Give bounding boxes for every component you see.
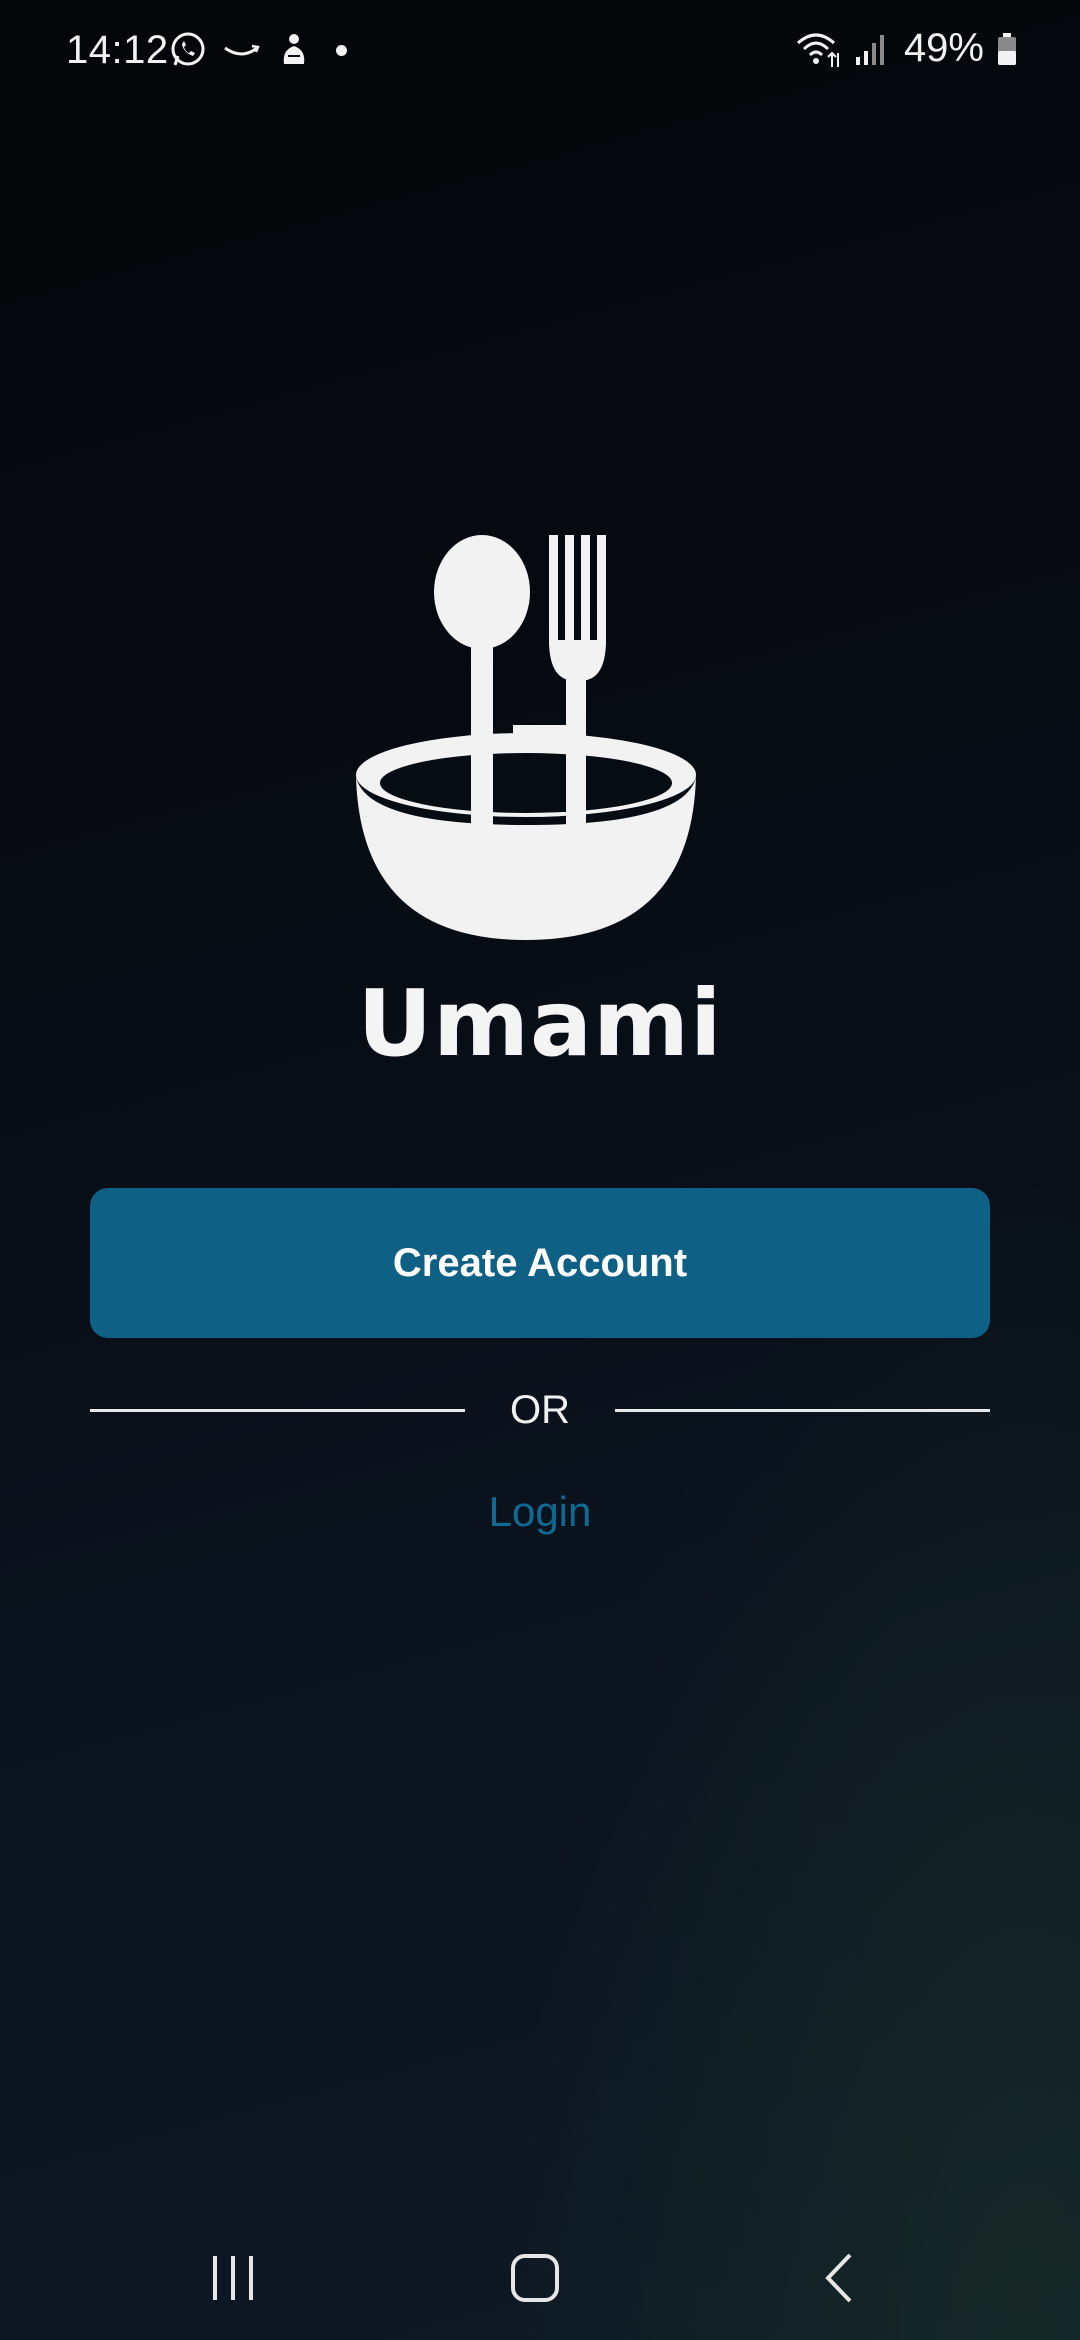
bowl-spoon-fork-icon <box>356 535 696 940</box>
login-link[interactable]: Login <box>440 1488 640 1536</box>
divider-right <box>615 1409 990 1412</box>
wifi-icon <box>796 33 839 67</box>
home-button[interactable] <box>490 2238 580 2318</box>
back-button[interactable] <box>795 2238 885 2318</box>
amazon-icon <box>224 44 260 56</box>
home-icon <box>511 2254 559 2302</box>
more-dot-icon <box>336 44 347 56</box>
create-account-label: Create Account <box>392 1240 688 1285</box>
back-icon <box>825 2253 852 2303</box>
or-divider-label: OR <box>510 1388 570 1432</box>
battery-percent: 49% <box>903 26 984 70</box>
notification-icons <box>168 30 347 70</box>
signal-icon <box>855 34 884 65</box>
recents-icon <box>213 2256 253 2300</box>
create-account-button[interactable]: Create Account <box>90 1188 990 1338</box>
app-name: Umami <box>357 970 723 1077</box>
navigation-bar <box>0 2210 1080 2340</box>
whatsapp-icon <box>171 32 205 66</box>
system-status: 49% <box>794 26 1018 71</box>
recents-button[interactable] <box>188 2238 278 2318</box>
status-time: 14:12 <box>66 28 169 72</box>
status-bar: 14:12 49% <box>0 0 1080 104</box>
app-notification-icon <box>283 34 305 64</box>
divider-left <box>90 1409 465 1412</box>
battery-icon <box>998 32 1016 65</box>
